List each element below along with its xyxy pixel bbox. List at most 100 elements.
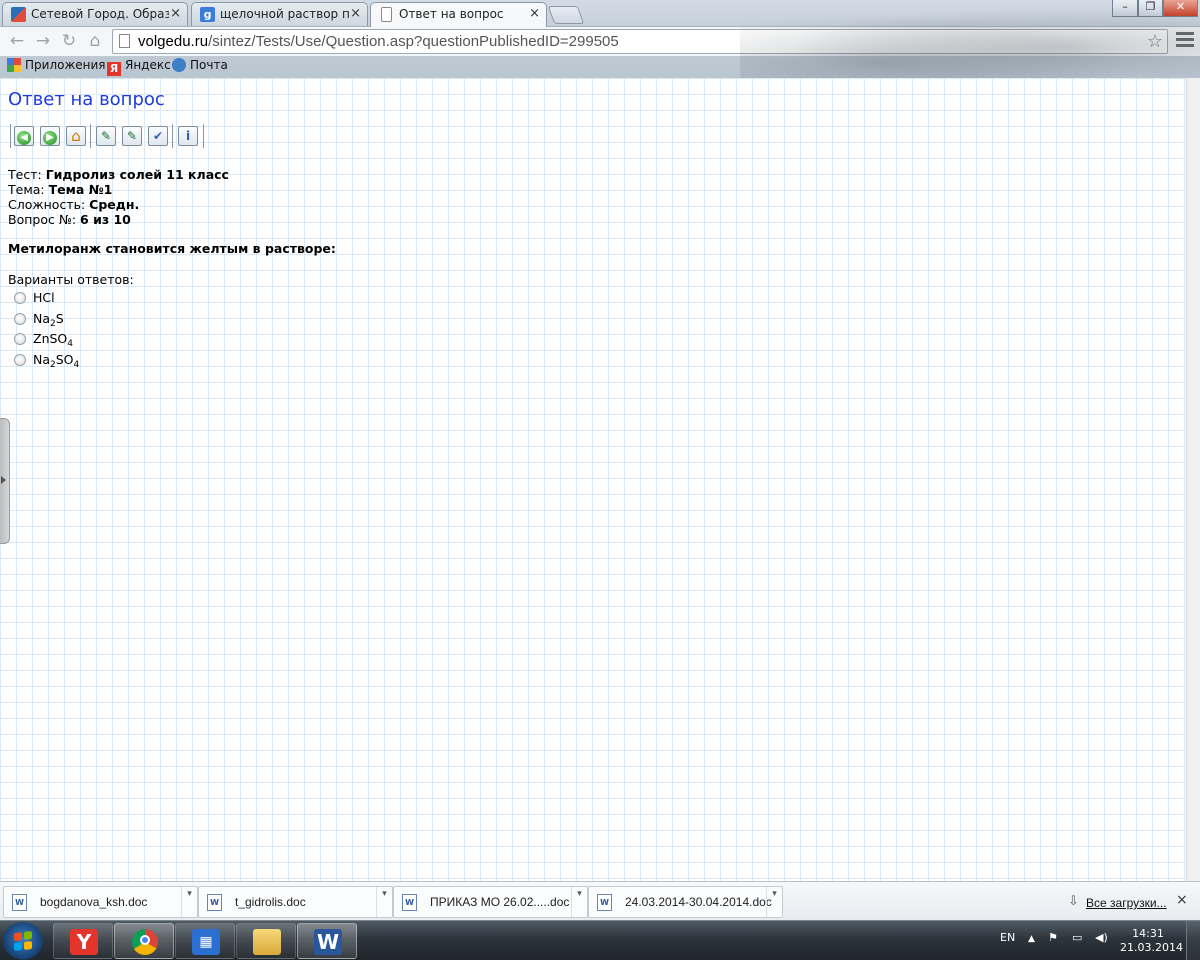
- tab-label: Ответ на вопрос: [399, 7, 504, 21]
- folder-icon: [253, 929, 281, 955]
- browser-chrome: Сетевой Город. Образов × g щелочной раст…: [0, 0, 1200, 78]
- download-shelf: W bogdanova_ksh.doc ▾ W t_gidrolis.doc ▾…: [0, 881, 1200, 920]
- language-indicator[interactable]: EN: [1000, 931, 1015, 944]
- taskbar-metro-app[interactable]: ▦: [175, 923, 235, 959]
- test-name-row: Тест: Гидролиз солей 11 класс: [8, 167, 229, 182]
- tab-label: щелочной раствор полу: [220, 7, 349, 21]
- download-menu-chevron-icon[interactable]: ▾: [181, 887, 197, 917]
- close-shelf-icon[interactable]: ×: [1176, 892, 1188, 908]
- page-favicon-icon: [381, 7, 392, 22]
- volume-icon[interactable]: ◀): [1095, 931, 1108, 944]
- taskbar-word[interactable]: W: [297, 923, 357, 959]
- apps-grid-icon: [7, 58, 21, 72]
- taskbar-explorer[interactable]: [236, 923, 296, 959]
- download-filename: t_gidrolis.doc: [235, 895, 306, 909]
- yandex-browser-icon: Y: [70, 929, 98, 955]
- google-favicon-icon: g: [200, 7, 215, 22]
- answer-radio[interactable]: [14, 292, 26, 304]
- show-hidden-icons-chevron-icon[interactable]: ▲: [1028, 934, 1035, 944]
- tab-label: Сетевой Город. Образов: [31, 7, 169, 21]
- system-clock[interactable]: 14:31 21.03.2014: [1120, 927, 1183, 955]
- download-filename: ПРИКАЗ МО 26.02.....doc: [430, 895, 570, 909]
- maximize-button[interactable]: ❐: [1138, 0, 1163, 17]
- answer-radio[interactable]: [14, 312, 26, 325]
- yandex-icon: Я: [107, 62, 121, 76]
- browser-toolbar: ← → ↻ ⌂ volgedu.ru/sintez/Tests/Use/Ques…: [0, 26, 1200, 56]
- next-question-icon[interactable]: ▶: [40, 126, 60, 146]
- download-menu-chevron-icon[interactable]: ▾: [376, 887, 392, 917]
- download-filename: bogdanova_ksh.doc: [40, 895, 148, 909]
- download-item[interactable]: W 24.03.2014-30.04.2014.doc ▾: [588, 886, 783, 918]
- answer-label: Na2SO4: [33, 351, 80, 370]
- download-menu-chevron-icon[interactable]: ▾: [571, 887, 587, 917]
- tab-close-icon[interactable]: ×: [170, 3, 181, 25]
- download-arrow-icon: ⇩: [1068, 894, 1079, 909]
- reload-icon[interactable]: ↻: [58, 30, 80, 52]
- start-button[interactable]: [3, 922, 43, 960]
- answer-check-icon[interactable]: ✎: [96, 126, 116, 146]
- network-icon[interactable]: ▭: [1072, 931, 1082, 944]
- home-icon[interactable]: ⌂: [84, 30, 106, 52]
- windows-taskbar: Y ▦ W EN ▲ ⚑ ▭ ◀) 14:31 21.03.2014: [0, 920, 1200, 960]
- download-item[interactable]: W bogdanova_ksh.doc ▾: [3, 886, 198, 918]
- answer-radio[interactable]: [14, 353, 26, 366]
- action-center-flag-icon[interactable]: ⚑: [1048, 931, 1058, 944]
- tab-close-icon[interactable]: ×: [350, 3, 361, 25]
- close-window-button[interactable]: ✕: [1163, 0, 1198, 17]
- apps-tile-icon: ▦: [192, 929, 220, 955]
- answer-label: ZnSO4: [33, 331, 73, 349]
- word-document-icon: W: [12, 894, 27, 911]
- tab-setevoy-gorod[interactable]: Сетевой Город. Образов ×: [2, 2, 188, 26]
- download-menu-chevron-icon[interactable]: ▾: [766, 887, 782, 917]
- windows-logo-icon: [14, 931, 32, 951]
- all-downloads-link[interactable]: Все загрузки...: [1086, 896, 1167, 910]
- browser-menu-icon[interactable]: [1176, 32, 1194, 48]
- page-icon: [119, 34, 130, 48]
- answer-label: HCl: [33, 290, 55, 305]
- toolbar-separator: [172, 124, 173, 148]
- tab-close-icon[interactable]: ×: [529, 3, 540, 25]
- answer-radio[interactable]: [14, 333, 26, 345]
- toolbar-separator: [10, 124, 11, 148]
- answer-edit-icon[interactable]: ✎: [122, 126, 142, 146]
- taskbar-yandex-browser[interactable]: Y: [53, 923, 113, 959]
- vertical-scrollbar[interactable]: [1186, 78, 1200, 881]
- bookmark-yandex[interactable]: Я Яндекс: [107, 58, 171, 76]
- side-panel-handle[interactable]: [0, 418, 10, 544]
- clock-date: 21.03.2014: [1120, 941, 1183, 954]
- difficulty-row: Сложность: Средн.: [8, 197, 140, 212]
- download-item[interactable]: W ПРИКАЗ МО 26.02.....doc ▾: [393, 886, 588, 918]
- test-info: Тест: Гидролиз солей 11 класс Тема: Тема…: [8, 167, 229, 227]
- address-bar[interactable]: volgedu.ru/sintez/Tests/Use/Question.asp…: [112, 29, 1168, 54]
- taskbar-chrome[interactable]: [114, 923, 174, 959]
- previous-question-icon[interactable]: ◀: [14, 126, 34, 146]
- bookmark-star-icon[interactable]: ☆: [1147, 31, 1163, 52]
- toolbar-separator: [203, 124, 204, 148]
- page-content: Ответ на вопрос ◀ ▶ ⌂ ✎ ✎ ✔ i Тест: Гидр…: [0, 78, 1186, 881]
- mail-icon: [172, 58, 186, 72]
- bookmark-mail[interactable]: Почта: [172, 58, 228, 72]
- forward-arrow-icon[interactable]: →: [32, 30, 54, 52]
- bookmarks-bar: Приложения Я Яндекс Почта: [0, 56, 1200, 77]
- bookmark-apps[interactable]: Приложения: [7, 58, 106, 72]
- clock-time: 14:31: [1132, 927, 1164, 940]
- show-desktop-button[interactable]: [1186, 921, 1200, 960]
- download-filename: 24.03.2014-30.04.2014.doc: [625, 895, 772, 909]
- download-item[interactable]: W t_gidrolis.doc ▾: [198, 886, 393, 918]
- back-arrow-icon[interactable]: ←: [6, 30, 28, 52]
- question-text: Метилоранж становится желтым в растворе:: [8, 241, 336, 256]
- toolbar-separator: [90, 124, 91, 148]
- question-number-row: Вопрос №: 6 из 10: [8, 212, 131, 227]
- tab-current-question[interactable]: Ответ на вопрос ×: [370, 2, 547, 27]
- finish-test-icon[interactable]: ✔: [148, 126, 168, 146]
- tab-google-search[interactable]: g щелочной раствор полу ×: [191, 2, 368, 26]
- info-icon[interactable]: i: [178, 126, 198, 146]
- chrome-icon: [132, 929, 158, 955]
- word-document-icon: W: [597, 894, 612, 911]
- minimize-button[interactable]: –: [1112, 0, 1138, 17]
- home-page-icon[interactable]: ⌂: [66, 126, 86, 146]
- new-tab-button[interactable]: [547, 6, 585, 24]
- setevoy-gorod-favicon-icon: [11, 7, 26, 22]
- word-document-icon: W: [207, 894, 222, 911]
- page-title: Ответ на вопрос: [8, 89, 165, 110]
